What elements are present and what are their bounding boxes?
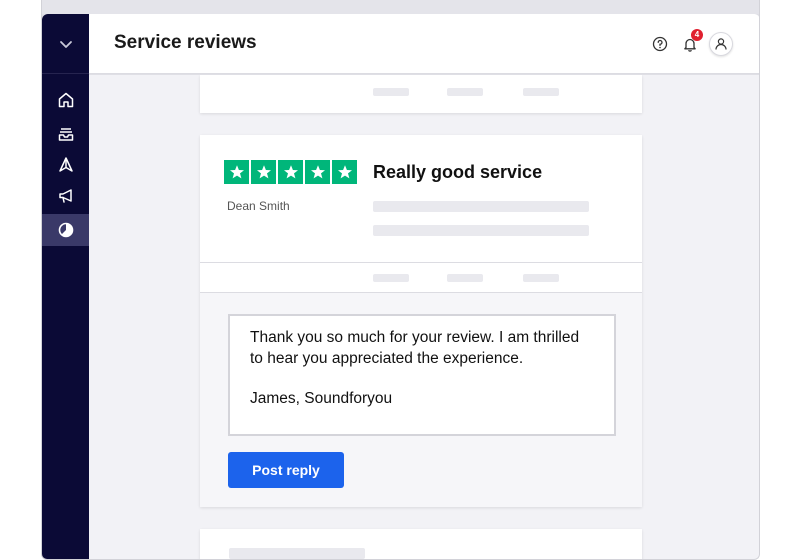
notification-badge: 4	[691, 29, 703, 41]
placeholder-bar	[373, 225, 589, 236]
pie-chart-icon	[58, 222, 73, 238]
divider	[200, 262, 642, 263]
star-icon	[305, 160, 330, 184]
placeholder-bar	[447, 88, 483, 96]
reviews-feed: Really good service Dean Smith Thank you…	[89, 75, 759, 559]
reply-signature: James, Soundforyou	[250, 390, 393, 407]
sidebar-item-navigate[interactable]	[42, 149, 89, 181]
top-header: Service reviews 4	[89, 14, 759, 74]
inbox-tray-icon	[58, 128, 73, 141]
help-circle-icon	[652, 36, 668, 52]
review-card: Really good service Dean Smith Thank you…	[200, 135, 642, 507]
post-reply-button[interactable]: Post reply	[228, 452, 344, 488]
star-icon	[278, 160, 303, 184]
help-button[interactable]	[649, 33, 671, 55]
page-title: Service reviews	[114, 32, 257, 53]
reply-textarea[interactable]: Thank you so much for your review. I am …	[228, 314, 616, 436]
reviewer-name[interactable]: Dean Smith	[227, 199, 290, 213]
window-top-strip	[42, 0, 759, 14]
placeholder-bar	[373, 274, 409, 282]
user-avatar-button[interactable]	[709, 32, 733, 56]
user-icon	[715, 38, 727, 50]
star-rating	[224, 160, 357, 184]
navigation-arrow-icon	[58, 157, 73, 172]
megaphone-icon	[58, 189, 72, 203]
review-card-previous	[200, 75, 642, 113]
chevron-down-icon	[59, 40, 72, 48]
placeholder-bar	[229, 548, 365, 559]
sidebar-item-inbox[interactable]	[42, 118, 89, 150]
placeholder-bar	[523, 88, 559, 96]
review-card-next	[200, 529, 642, 559]
sidebar-collapse-button[interactable]	[42, 14, 89, 74]
review-title: Really good service	[373, 162, 543, 182]
star-icon	[224, 160, 249, 184]
sidebar	[42, 14, 89, 559]
sidebar-item-campaigns[interactable]	[42, 180, 89, 212]
sidebar-item-home[interactable]	[42, 84, 89, 116]
placeholder-bar	[447, 274, 483, 282]
star-icon	[251, 160, 276, 184]
notifications-button[interactable]: 4	[679, 29, 703, 55]
placeholder-bar	[523, 274, 559, 282]
home-icon	[58, 92, 73, 108]
sidebar-item-analytics[interactable]	[42, 214, 89, 246]
reply-section: Thank you so much for your review. I am …	[200, 293, 642, 507]
reply-text: Thank you so much for your review. I am …	[250, 329, 580, 367]
app-window: Service reviews 4 Really good service De…	[41, 0, 760, 560]
star-icon	[332, 160, 357, 184]
placeholder-bar	[373, 88, 409, 96]
placeholder-bar	[373, 201, 589, 212]
